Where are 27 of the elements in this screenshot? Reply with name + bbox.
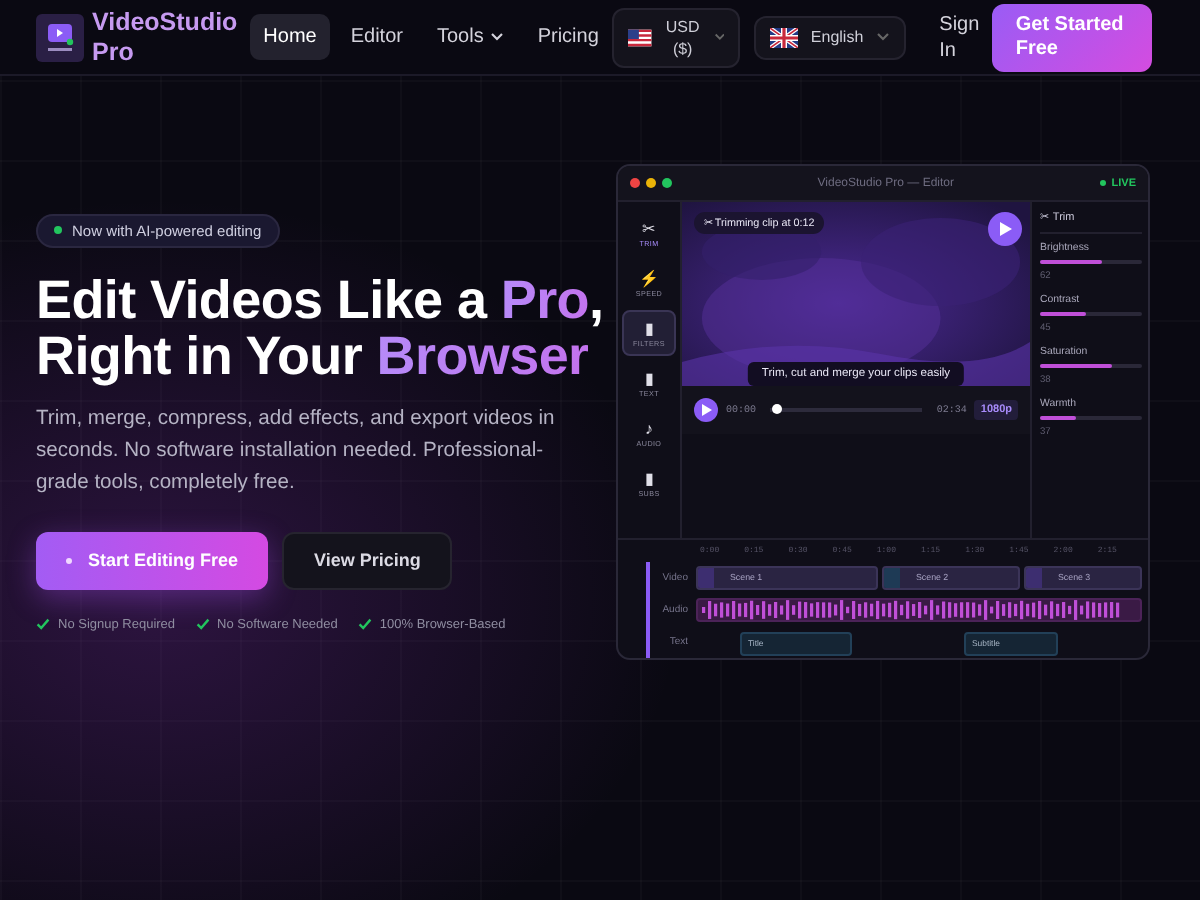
uk-flag-icon	[770, 27, 799, 47]
seek-thumb[interactable]	[771, 404, 782, 415]
start-editing-button[interactable]: Start Editing Free	[36, 531, 269, 589]
language-selector[interactable]: English	[754, 15, 906, 59]
audio-clip[interactable]	[696, 597, 1142, 621]
hero-heading: Edit Videos Like a Pro, Right in Your Browser	[36, 271, 606, 383]
caret-icon	[875, 32, 890, 42]
caret-icon	[713, 32, 725, 42]
brand-name[interactable]: VideoStudio Pro	[92, 7, 236, 67]
status-dot	[1099, 180, 1106, 186]
check-icon	[357, 618, 372, 630]
us-flag-icon	[628, 27, 653, 47]
view-pricing-button[interactable]: View Pricing	[282, 531, 453, 589]
get-started-button[interactable]: Get Started Free	[991, 3, 1152, 71]
nav-link[interactable]: Tools	[422, 14, 518, 60]
play-icon	[701, 404, 711, 416]
nav-link[interactable]: Pricing	[523, 14, 613, 60]
nav-link[interactable]: Editor	[336, 14, 417, 60]
check-icon	[195, 618, 210, 630]
play-button[interactable]	[694, 398, 718, 422]
nav-link[interactable]: Home	[249, 14, 331, 60]
hero-description: Trim, merge, compress, add effects, and export videos in seconds. No software installation needed. Professional-grade tools, completely free.	[36, 405, 557, 497]
check-icon	[36, 618, 50, 630]
currency-selector[interactable]: USD ($)	[612, 7, 741, 67]
logo-icon	[36, 13, 84, 61]
play-icon	[999, 222, 1011, 236]
sign-in-link[interactable]: Sign In	[939, 11, 992, 63]
